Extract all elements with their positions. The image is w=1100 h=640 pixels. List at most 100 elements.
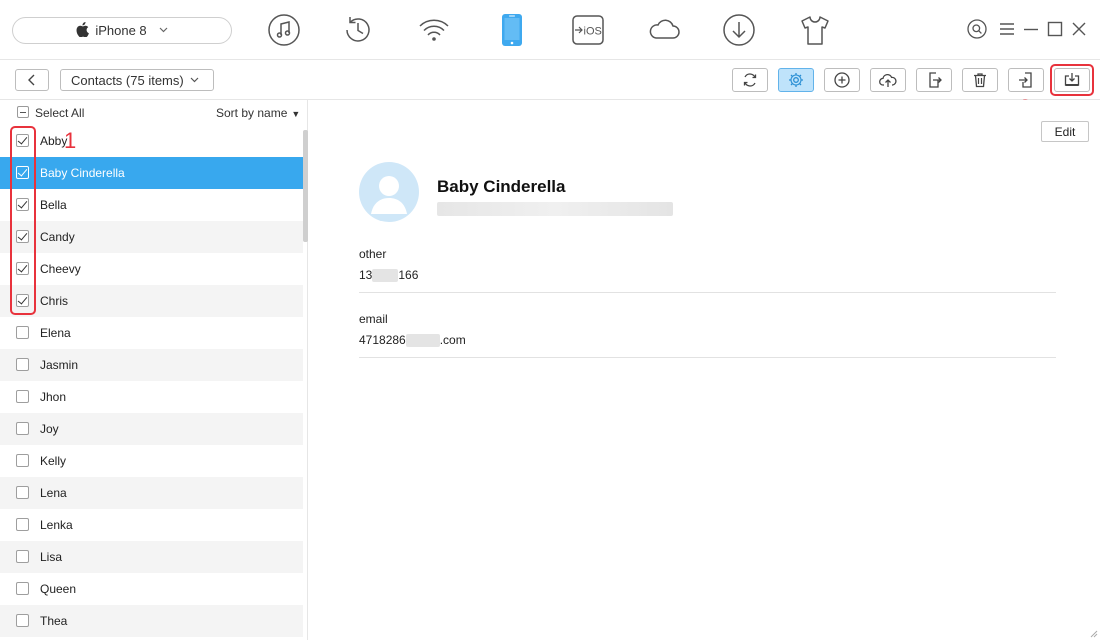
contact-name-label: Jasmin <box>40 358 79 372</box>
email-value: 4718286 .com <box>359 333 466 348</box>
chevron-down-icon <box>190 75 199 85</box>
list-item[interactable]: Queen <box>0 573 303 605</box>
checkmark-icon <box>17 294 28 305</box>
maximize-icon[interactable] <box>1044 18 1066 40</box>
ios-transfer-icon[interactable]: iOS <box>570 12 606 48</box>
chevron-left-icon <box>28 74 35 86</box>
cloud-icon[interactable] <box>646 12 682 48</box>
phone-value-end: 166 <box>398 268 419 282</box>
contact-checkbox[interactable] <box>16 582 29 595</box>
contact-checkbox[interactable] <box>16 454 29 467</box>
contact-name-label: Jhon <box>40 390 67 404</box>
add-contact-button[interactable] <box>824 68 860 92</box>
contact-checkbox[interactable] <box>16 294 29 307</box>
divider <box>359 357 1056 358</box>
upload-cloud-button[interactable] <box>870 68 906 92</box>
toolbar: Contacts (75 items) <box>0 60 1100 100</box>
upload-cloud-icon <box>879 73 897 87</box>
contact-checkbox[interactable] <box>16 614 29 627</box>
sort-dropdown[interactable]: Sort by name ▼ <box>216 106 300 120</box>
device-name: iPhone 8 <box>95 23 147 38</box>
top-bar: iPhone 8 iOS <box>0 0 1100 60</box>
tshirt-icon[interactable] <box>797 12 833 48</box>
list-item[interactable]: Jhon <box>0 381 303 413</box>
download-to-pc-button[interactable] <box>1054 68 1090 92</box>
contact-checkbox[interactable] <box>16 326 29 339</box>
list-item[interactable]: Jasmin <box>0 349 303 381</box>
list-item[interactable]: Elena <box>0 317 303 349</box>
contact-checkbox[interactable] <box>16 134 29 147</box>
close-icon[interactable] <box>1068 18 1090 40</box>
delete-button[interactable] <box>962 68 998 92</box>
minimize-icon[interactable] <box>1020 18 1042 40</box>
contact-checkbox[interactable] <box>16 486 29 499</box>
select-all-checkbox[interactable] <box>17 106 29 118</box>
redacted-digits <box>372 269 399 283</box>
list-item[interactable]: Bella <box>0 189 303 221</box>
list-item[interactable]: Thea <box>0 605 303 637</box>
refresh-button[interactable] <box>732 68 768 92</box>
contacts-list-panel: Select All Sort by name ▼ Abby Baby Cinder… <box>0 100 308 640</box>
redacted-email <box>405 334 440 348</box>
device-selector[interactable]: iPhone 8 <box>12 17 232 44</box>
list-scrollbar[interactable] <box>303 130 308 242</box>
phone-icon[interactable] <box>494 12 530 48</box>
settings-button[interactable] <box>778 68 814 92</box>
search-icon[interactable] <box>966 18 988 40</box>
phone-label: other <box>359 247 387 261</box>
contact-checkbox[interactable] <box>16 230 29 243</box>
contact-name-label: Elena <box>40 326 71 340</box>
music-icon[interactable] <box>266 12 302 48</box>
history-icon[interactable] <box>340 12 376 48</box>
contact-name-label: Lena <box>40 486 67 500</box>
download-to-pc-icon <box>1064 73 1080 86</box>
resize-grip-icon[interactable] <box>1088 628 1098 638</box>
email-value-start: 4718286 <box>359 333 406 347</box>
export-button[interactable] <box>916 68 952 92</box>
checkmark-icon <box>17 230 28 241</box>
chevron-down-icon <box>159 25 168 36</box>
contact-name-label: Lisa <box>40 550 63 564</box>
edit-button[interactable]: Edit <box>1041 121 1089 142</box>
list-item[interactable]: Candy <box>0 221 303 253</box>
select-all-label[interactable]: Select All <box>35 106 84 120</box>
apple-icon <box>76 21 90 40</box>
contact-name: Baby Cinderella <box>437 177 566 196</box>
contact-checkbox[interactable] <box>16 358 29 371</box>
contact-name-label: Cheevy <box>40 262 81 276</box>
divider <box>359 292 1056 293</box>
contact-checkbox[interactable] <box>16 166 29 179</box>
import-button[interactable] <box>1008 68 1044 92</box>
wifi-icon[interactable] <box>416 12 452 48</box>
contact-checkbox[interactable] <box>16 422 29 435</box>
contact-checkbox[interactable] <box>16 262 29 275</box>
list-item[interactable]: Baby Cinderella <box>0 157 303 189</box>
list-item[interactable]: Abby <box>0 125 303 157</box>
contacts-dropdown[interactable]: Contacts (75 items) <box>60 69 214 91</box>
contact-detail-panel: Edit Baby Cinderella other 13 166 email 4… <box>309 100 1100 640</box>
checkmark-icon <box>17 198 28 209</box>
contact-checkbox[interactable] <box>16 518 29 531</box>
email-value-end: .com <box>439 333 466 347</box>
list-item[interactable]: Lenka <box>0 509 303 541</box>
contact-name-label: Kelly <box>40 454 67 468</box>
list-item[interactable]: Joy <box>0 413 303 445</box>
checkmark-icon <box>17 166 28 177</box>
contact-checkbox[interactable] <box>16 198 29 211</box>
list-item[interactable]: Lisa <box>0 541 303 573</box>
list-item[interactable]: Kelly <box>0 445 303 477</box>
menu-icon[interactable] <box>996 18 1018 40</box>
back-button[interactable] <box>15 69 49 91</box>
list-item[interactable]: Lena <box>0 477 303 509</box>
list-item[interactable]: Chris <box>0 285 303 317</box>
contact-checkbox[interactable] <box>16 550 29 563</box>
download-icon[interactable] <box>721 12 757 48</box>
contact-name-label: Chris <box>40 294 69 308</box>
list-item[interactable]: Cheevy <box>0 253 303 285</box>
add-icon <box>834 72 850 88</box>
contact-checkbox[interactable] <box>16 390 29 403</box>
caret-down-icon: ▼ <box>291 109 301 119</box>
person-icon <box>371 176 407 214</box>
checkmark-icon <box>17 262 28 273</box>
list-header: Select All Sort by name ▼ <box>0 100 308 125</box>
